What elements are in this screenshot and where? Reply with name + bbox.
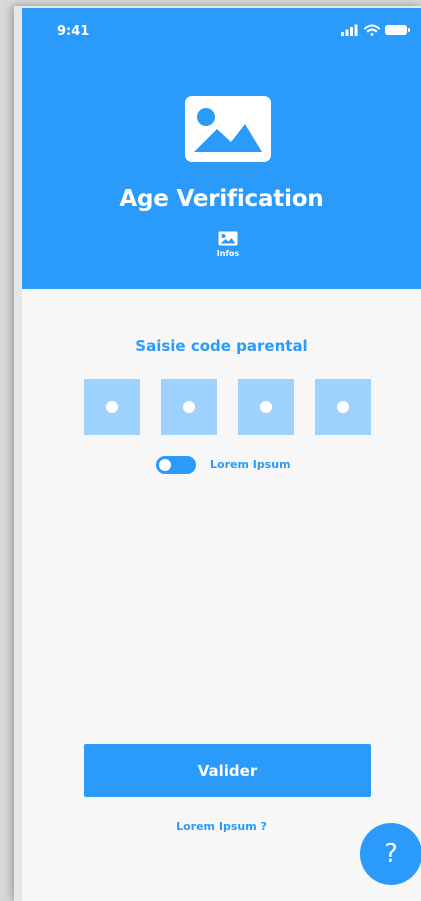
cellular-signal-icon [341, 24, 358, 36]
toggle-label: Lorem Ipsum [210, 458, 291, 471]
wifi-icon [364, 24, 380, 36]
section-title: Saisie code parental [135, 337, 308, 355]
status-bar: 9:41 [22, 8, 421, 52]
lorem-ipsum-toggle[interactable] [156, 456, 196, 474]
code-input-1[interactable] [84, 379, 140, 435]
code-input-3[interactable] [238, 379, 294, 435]
code-input-2[interactable] [161, 379, 217, 435]
battery-icon [385, 25, 410, 35]
header: 9:41 Age Verification Infos [22, 8, 421, 289]
infos-label: Infos [216, 249, 240, 258]
valider-button[interactable]: Valider [84, 744, 371, 797]
code-dot [106, 401, 118, 413]
status-icons [341, 24, 410, 36]
code-dot [337, 401, 349, 413]
lorem-ipsum-link[interactable]: Lorem Ipsum ? [22, 820, 421, 833]
help-button[interactable]: ? [360, 823, 421, 885]
toggle-row: Lorem Ipsum [156, 455, 316, 477]
status-time: 9:41 [57, 24, 90, 39]
infos-button[interactable]: Infos [203, 230, 253, 264]
code-input-4[interactable] [315, 379, 371, 435]
code-dot [260, 401, 272, 413]
phone-screen: 9:41 Age Verification Infos Saisie code … [22, 8, 421, 901]
image-placeholder-icon [185, 96, 271, 162]
page-title: Age Verification [119, 186, 324, 212]
image-icon [218, 231, 238, 246]
code-dot [183, 401, 195, 413]
toggle-knob [159, 459, 171, 471]
